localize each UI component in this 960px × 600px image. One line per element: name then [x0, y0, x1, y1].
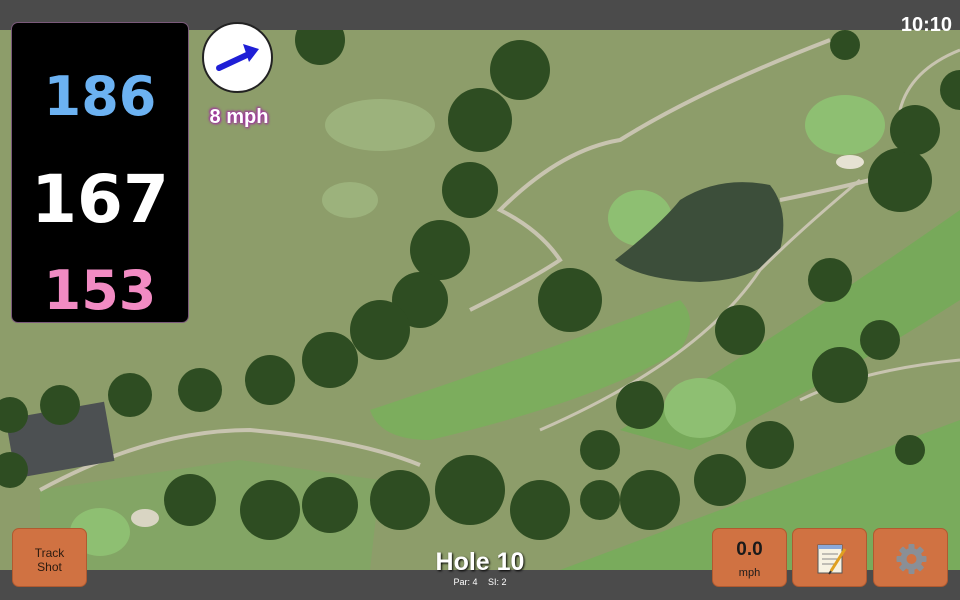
front-distance: 153 [43, 259, 157, 322]
hole-stroke-index: SI: 2 [488, 577, 507, 587]
speed-unit: mph [738, 567, 761, 579]
notes-button[interactable] [792, 528, 867, 587]
speed-value: 0.0 [736, 539, 763, 560]
wind-speed-label: 8 mph [209, 106, 269, 128]
middle-distance: 167 [31, 161, 169, 238]
hole-info: Par: 4 SI: 2 [380, 577, 580, 587]
notepad-icon [817, 544, 847, 575]
track-shot-label-line1: Track [34, 546, 65, 560]
distance-panel: 186 167 153 [11, 22, 189, 323]
hole-par: Par: 4 [453, 577, 478, 587]
wind-arrow-icon [216, 44, 259, 71]
clock-time: 10:10 [900, 14, 952, 36]
speed-button[interactable]: 0.0 mph [712, 528, 787, 587]
settings-button[interactable] [873, 528, 948, 587]
wind-direction-indicator [202, 22, 273, 93]
back-distance: 186 [43, 65, 157, 128]
track-shot-button[interactable]: Track Shot [12, 528, 87, 587]
hole-title: Hole 10 [435, 548, 525, 576]
track-shot-label-line2: Shot [37, 560, 62, 574]
gear-icon [896, 544, 927, 574]
